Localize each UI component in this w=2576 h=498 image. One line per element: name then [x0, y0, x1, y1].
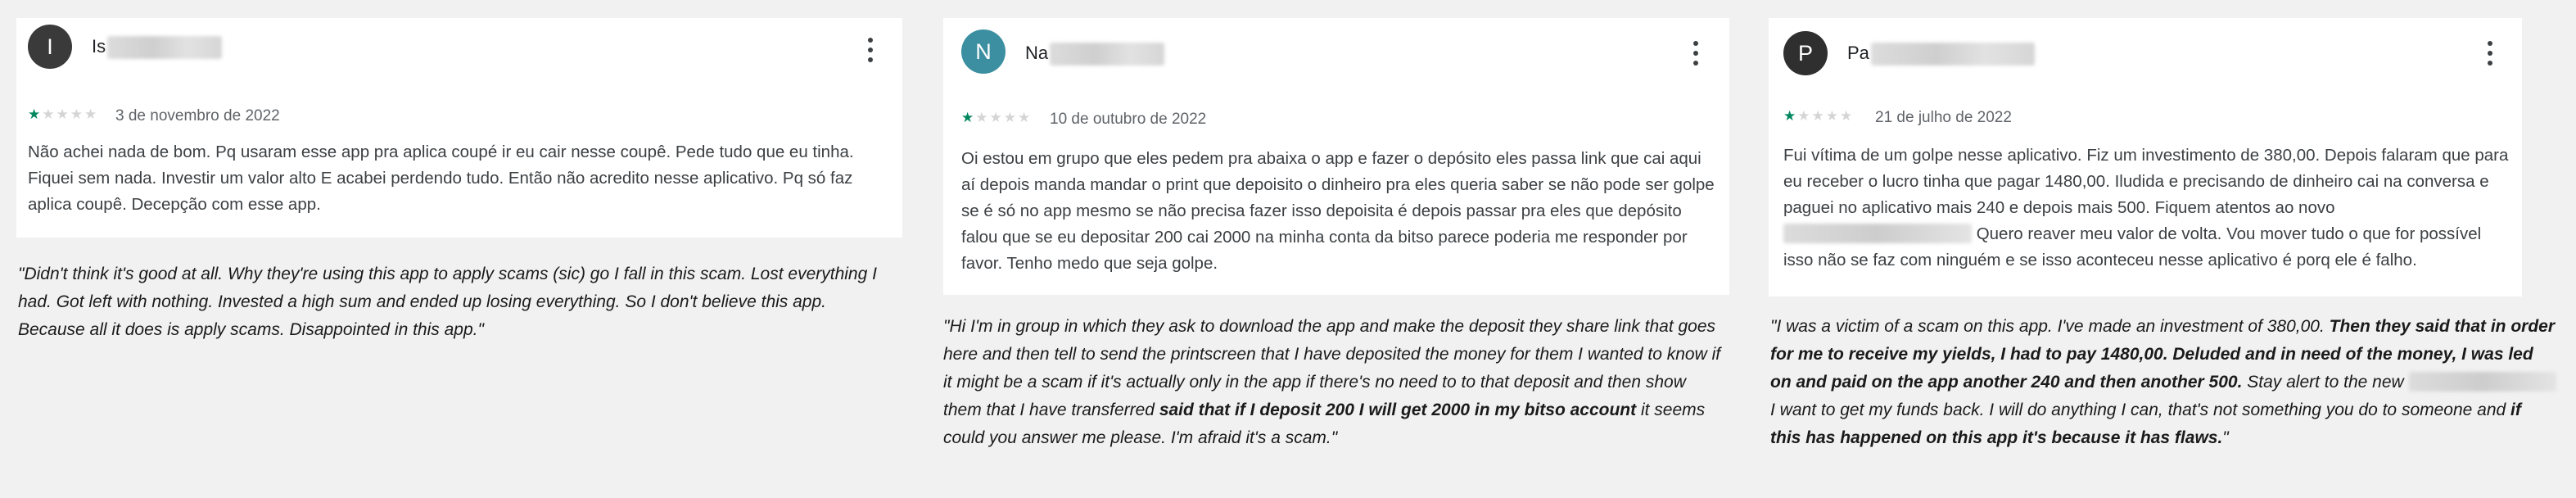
review-translation: "I was a victim of a scam on this app. I… [1770, 313, 2556, 452]
translation-text: " [2222, 428, 2229, 447]
redacted-name [107, 36, 223, 60]
avatar: I [28, 25, 72, 69]
more-vert-icon-dot [868, 48, 873, 52]
review-date: 10 de outubro de 2022 [1050, 111, 1207, 128]
star-rating: ★★★★★ [1783, 108, 1854, 124]
more-vert-icon-dot [2488, 51, 2492, 56]
reviewer-name: Na [1025, 41, 1165, 66]
more-options-button[interactable] [2478, 38, 2502, 70]
more-vert-icon [868, 38, 873, 43]
star-filled-icon: ★ [1783, 108, 1798, 124]
more-vert-icon-dot [1693, 61, 1698, 66]
review-date: 21 de julho de 2022 [1875, 109, 2012, 126]
more-options-button[interactable] [858, 34, 883, 67]
review-text: Oi estou em grupo que eles pedem pra aba… [961, 149, 1715, 273]
reviewer-name: Is [92, 34, 223, 60]
more-vert-icon-dot [868, 57, 873, 62]
review-card: P Pa ★★★★★ 21 de julho de 2022 Fui vítim… [1769, 18, 2522, 297]
avatar: N [961, 29, 1006, 74]
reviewer-name-text: Is [92, 36, 106, 57]
review-card: I Is ★★★★★ 3 de novembro de 2022 Não ach… [16, 18, 902, 238]
more-vert-icon [2488, 41, 2492, 46]
star-empty-icon: ★★★★ [1797, 108, 1855, 124]
translation-text: Stay alert to the new [2242, 373, 2409, 392]
redacted-name [1870, 43, 2035, 66]
review-text-part: Fui vítima de um golpe nesse aplicativo.… [1783, 146, 2509, 217]
review-translation: "Didn't think it's good at all. Why they… [18, 265, 877, 339]
reviewer-name-text: Pa [1847, 43, 1869, 63]
more-vert-icon-dot [2488, 61, 2492, 66]
more-options-button[interactable] [1683, 38, 1708, 70]
translation-highlight: said that if I deposit 200 I will get 20… [1159, 401, 1637, 419]
review-text: Fui vítima de um golpe nesse aplicativo.… [1783, 143, 2512, 274]
translation-text: I want to get my funds back. I will do a… [1770, 401, 2511, 419]
redacted-text [2408, 372, 2556, 392]
star-filled-icon: ★ [961, 110, 976, 125]
more-vert-icon [1693, 41, 1698, 46]
star-filled-icon: ★ [28, 106, 43, 122]
review-card: N Na ★★★★★ 10 de outubro de 2022 Oi esto… [943, 18, 1729, 295]
review-date: 3 de novembro de 2022 [115, 107, 280, 124]
star-empty-icon: ★★★★ [975, 110, 1033, 125]
reviewer-name: Pa [1847, 41, 2035, 66]
redacted-name [1050, 43, 1165, 66]
translation-text: "I was a victim of a scam on this app. I… [1770, 317, 2330, 336]
star-empty-icon: ★★★★ [42, 106, 99, 122]
review-translation: "Hi I'm in group in which they ask to do… [943, 313, 1721, 452]
star-rating: ★★★★★ [28, 106, 98, 123]
review-text: Não achei nada de bom. Pq usaram esse ap… [28, 143, 854, 214]
more-vert-icon-dot [1693, 51, 1698, 56]
avatar: P [1783, 31, 1828, 75]
star-rating: ★★★★★ [961, 110, 1032, 126]
reviewer-name-text: Na [1025, 43, 1049, 63]
redacted-text [1783, 224, 1972, 243]
